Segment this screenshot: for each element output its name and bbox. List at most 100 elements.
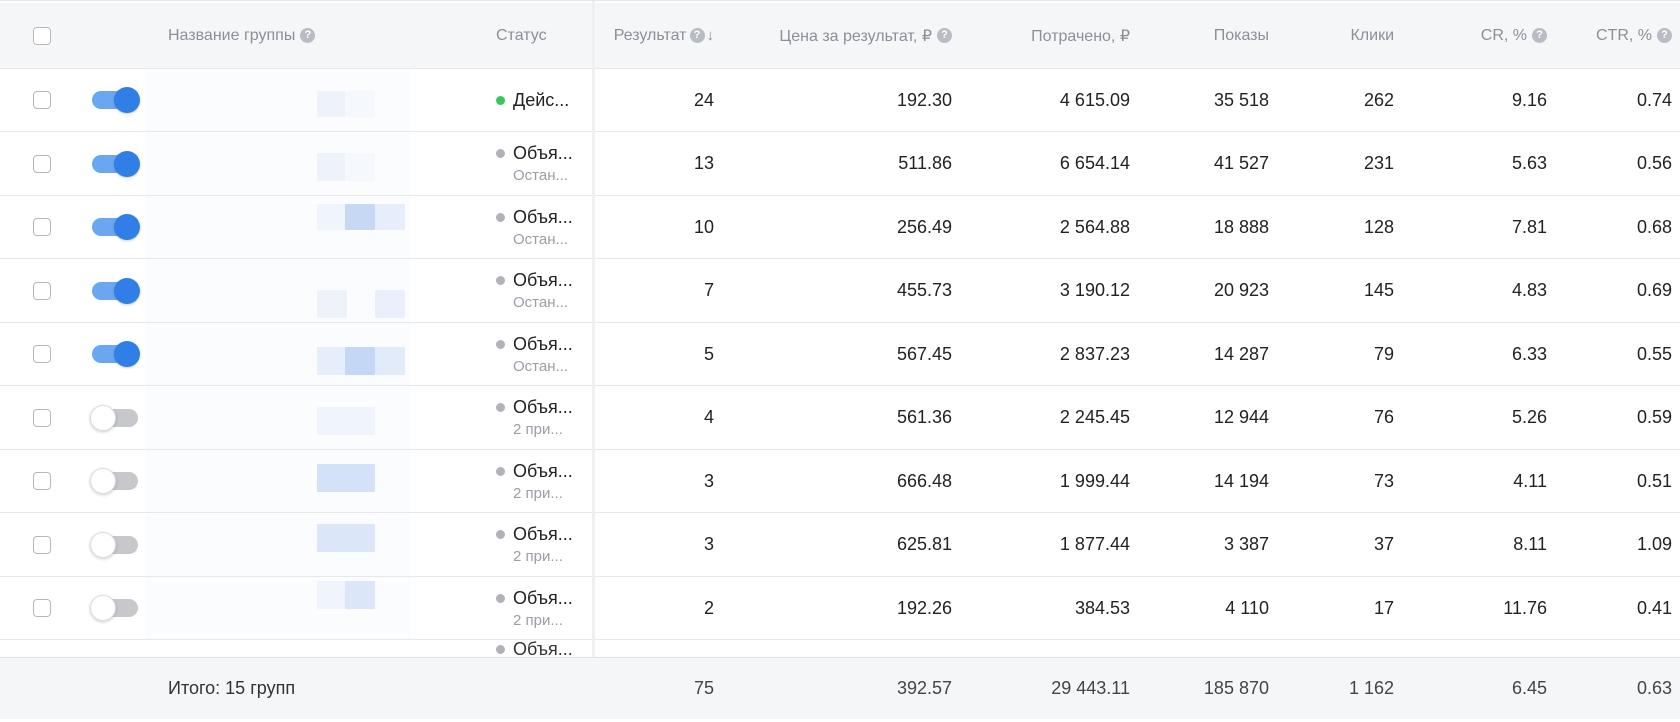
status-cell[interactable]: Объя... 2 при... [496,450,573,512]
blurred-name-block [345,347,375,375]
status-dot [496,466,505,476]
cr-cell: 5.26 [1511,407,1547,427]
header-spent[interactable]: Потрачено, ₽ [960,3,1130,68]
status-cell[interactable]: Объя... 2 при... [496,577,573,639]
row-checkbox[interactable] [33,472,51,490]
blurred-name-block [317,289,347,318]
header-status[interactable]: Статус [496,3,547,68]
clicks-cell: 128 [1363,216,1394,237]
blurred-name-block [317,581,345,609]
row-checkbox[interactable] [33,218,51,236]
price-cell: 511.86 [898,153,952,173]
table-row[interactable]: Дейс... 24 192.30 4 615.09 35 518 262 9.… [0,69,1680,132]
row-toggle[interactable] [90,595,138,621]
blurred-name-block [317,523,375,552]
select-all-checkbox[interactable] [33,26,51,45]
help-icon[interactable]: ? [300,28,316,43]
help-icon[interactable]: ? [1532,28,1547,43]
status-cell[interactable]: Объя... 2 при... [496,514,573,576]
status-cell[interactable]: Объя... Остан... [496,133,573,195]
status-subtext: Остан... [513,230,568,248]
price-cell: 625.81 [896,534,952,554]
group-name-redacted[interactable] [145,196,410,258]
table-row[interactable]: Объя... 2 при... 3 625.81 1 877.44 3 387… [0,513,1680,577]
row-toggle[interactable] [92,341,140,367]
group-name-redacted[interactable] [145,69,410,131]
group-name-redacted[interactable] [145,323,410,385]
status-text: Объя... [513,641,573,657]
table-row[interactable]: Объя... 2 при... 2 192.26 384.53 4 110 1… [0,577,1680,640]
row-toggle[interactable] [92,150,140,177]
footer-cr: 6.45 [1511,678,1547,698]
result-cell: 5 [703,343,714,364]
row-toggle[interactable] [90,531,138,558]
row-checkbox[interactable] [33,345,51,363]
row-toggle[interactable] [90,468,138,494]
status-text: Дейс... [513,89,570,110]
group-name-redacted[interactable] [145,259,410,322]
header-spent-label: Потрачено, ₽ [1031,27,1130,45]
sort-desc-icon[interactable]: ↓ [707,27,715,44]
clicks-cell: 79 [1373,343,1394,364]
row-checkbox[interactable] [33,599,51,617]
row-toggle[interactable] [92,87,140,113]
table-row[interactable]: Объя... 2 при... 3 666.48 1 999.44 14 19… [0,450,1680,513]
result-cell: 4 [703,407,714,427]
row-toggle[interactable] [92,277,140,304]
blurred-name-block [345,581,375,609]
row-checkbox[interactable] [33,408,51,427]
blurred-name-block [345,204,375,230]
header-name[interactable]: Название группы ? [168,3,316,68]
group-name-redacted[interactable] [145,513,410,576]
ctr-cell: 0.41 [1636,597,1672,618]
help-icon[interactable]: ? [689,28,705,43]
result-cell: 10 [693,216,714,237]
status-dot [496,95,505,105]
spent-cell: 6 654.14 [1059,153,1130,173]
row-toggle[interactable] [90,404,138,431]
header-price[interactable]: Цена за результат, ₽ ? [740,3,952,68]
ctr-cell: 1.09 [1636,534,1672,554]
status-text: Объя... [513,333,573,354]
help-icon[interactable]: ? [1657,28,1672,43]
group-name-redacted[interactable] [145,132,410,195]
blurred-name-block [317,347,345,375]
table-row-partial: Объя... [0,641,1680,657]
header-cr[interactable]: CR, % ? [1420,3,1547,68]
header-ctr[interactable]: CTR, % ? [1560,3,1672,68]
status-main: Объя... [496,524,573,545]
help-icon[interactable]: ? [937,28,952,43]
status-text: Объя... [513,270,573,290]
status-main: Объя... [496,397,573,418]
status-cell[interactable]: Объя... Остан... [496,323,573,385]
cr-cell: 4.83 [1511,280,1547,300]
header-ctr-label: CTR, % [1596,26,1652,44]
status-cell[interactable]: Объя... 2 при... [496,387,573,449]
table-row[interactable]: Объя... Остан... 10 256.49 2 564.88 18 8… [0,196,1680,259]
status-cell[interactable]: Объя... Остан... [496,260,573,322]
table-row[interactable]: Объя... Остан... 7 455.73 3 190.12 20 92… [0,259,1680,323]
status-text: Объя... [513,397,573,417]
row-checkbox[interactable] [33,535,51,554]
ad-groups-table: Название группы ? Статус Результат ? ↓ Ц… [0,0,1680,722]
table-row[interactable]: Объя... Остан... 13 511.86 6 654.14 41 5… [0,132,1680,196]
row-checkbox[interactable] [33,281,51,300]
row-toggle[interactable] [92,214,140,240]
header-impressions[interactable]: Показы [1140,3,1269,68]
header-clicks[interactable]: Клики [1280,3,1394,68]
table-row[interactable]: Объя... 2 при... 4 561.36 2 245.45 12 94… [0,386,1680,450]
group-name-redacted[interactable] [145,386,410,449]
group-name-redacted[interactable] [145,577,410,639]
group-name-redacted[interactable] [145,450,410,512]
table-row[interactable]: Объя... Остан... 5 567.45 2 837.23 14 28… [0,323,1680,386]
header-result[interactable]: Результат ? ↓ [590,3,714,68]
status-dot [496,212,505,222]
status-cell[interactable]: Объя... Остан... [496,196,573,258]
row-toggle-cell [92,323,140,385]
status-subtext: 2 при... [513,421,563,438]
status-cell[interactable]: Дейс... [496,69,569,131]
row-select-cell [33,577,51,639]
row-checkbox[interactable] [33,91,51,109]
cr-cell: 8.11 [1513,534,1547,554]
row-checkbox[interactable] [33,154,51,173]
